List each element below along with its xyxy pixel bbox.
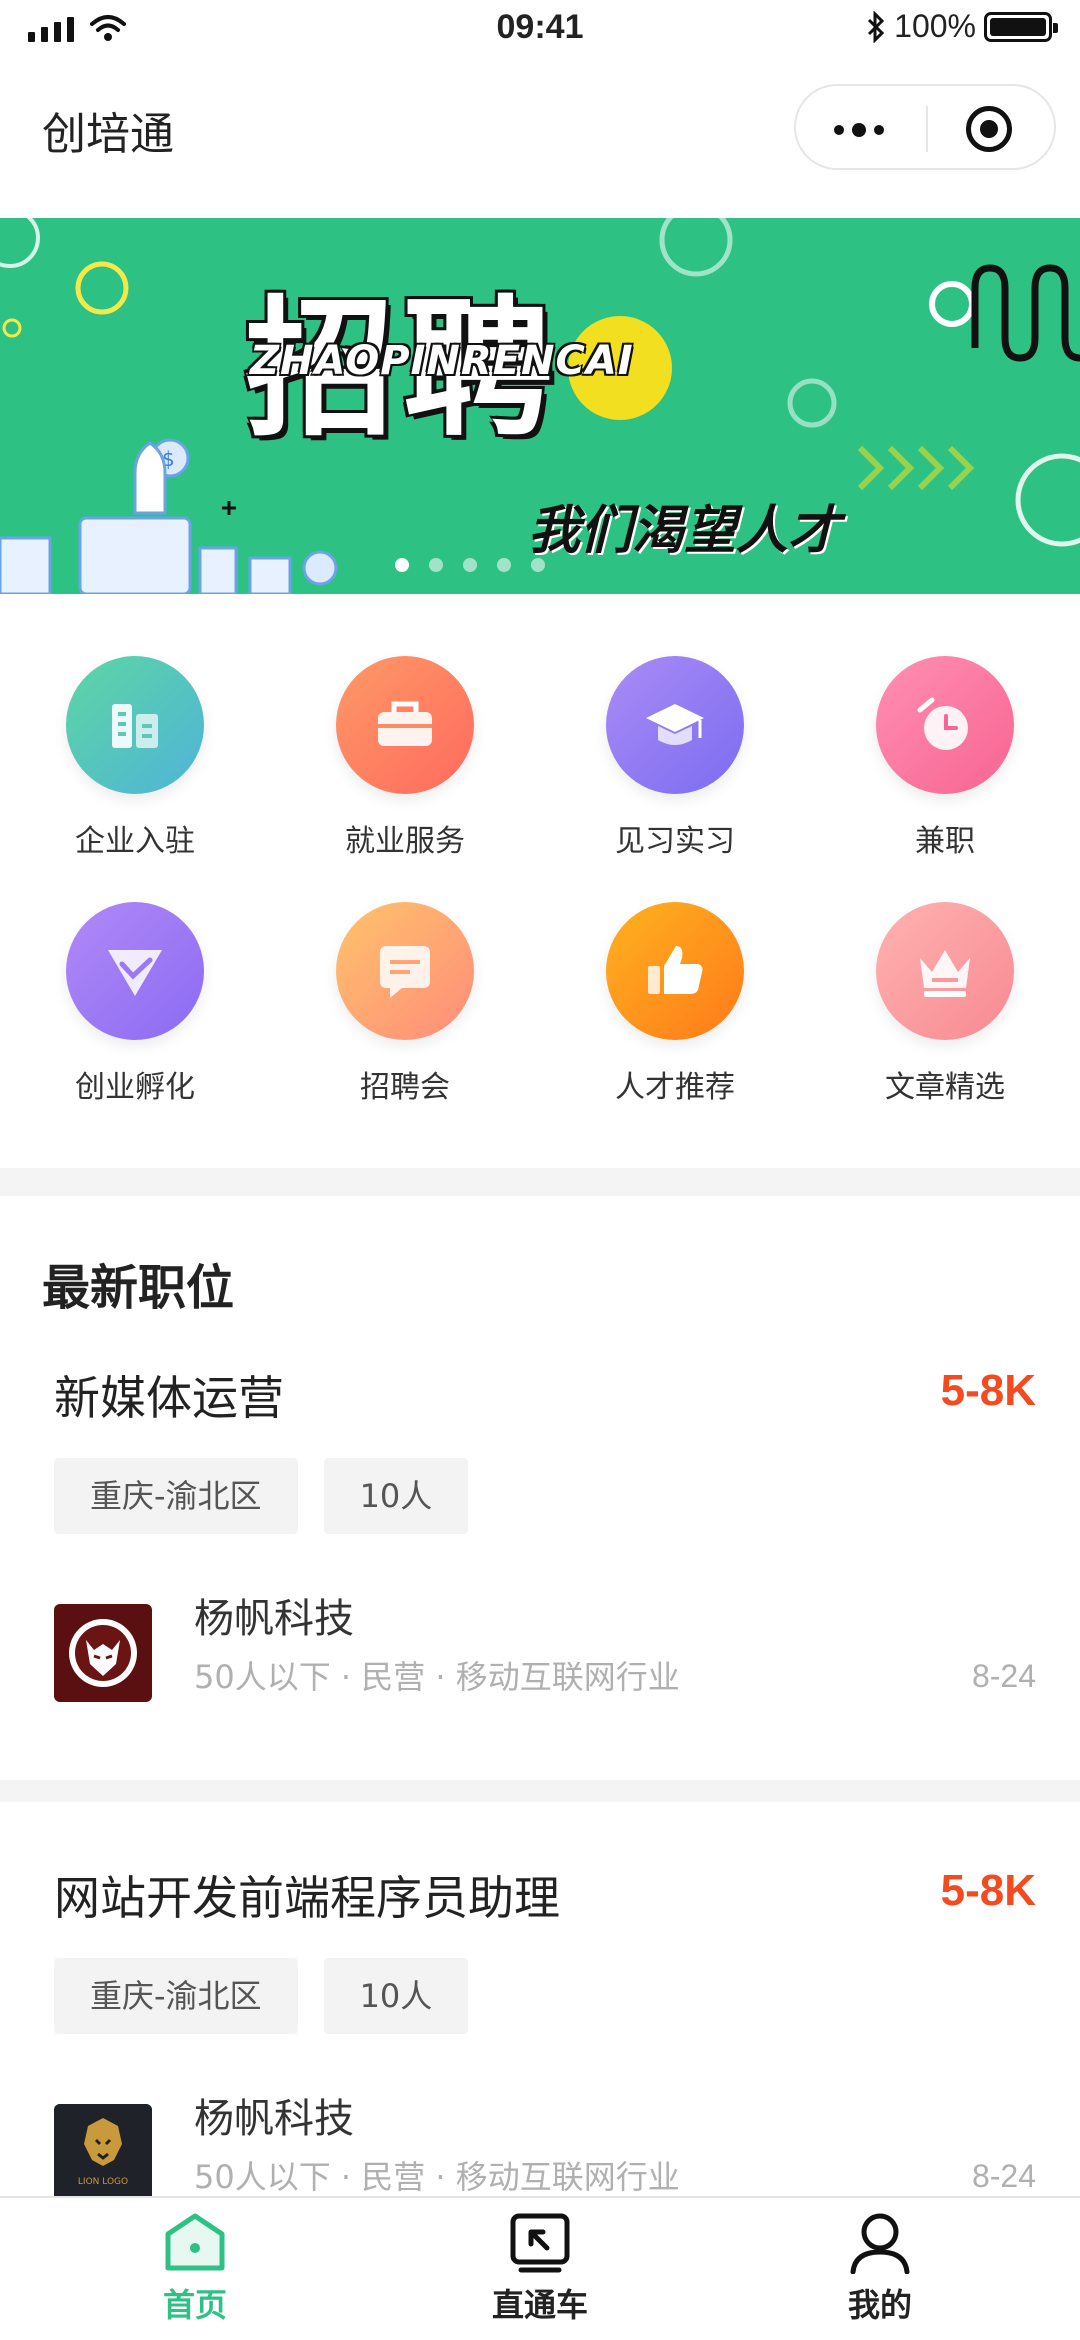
tab-home[interactable]: 首页 (15, 2198, 375, 2340)
carousel-dots (0, 558, 1010, 572)
banner-pinyin: ZHAOPINRENCAI (250, 338, 634, 384)
company-logo: LION LOGO (54, 2104, 152, 2196)
company-name: 杨帆科技 (194, 1596, 354, 1642)
job-tags: 重庆-渝北区 10人 (54, 1458, 469, 1534)
section-title: 最新职位 (42, 1260, 235, 1316)
svg-text:LION LOGO: LION LOGO (78, 2177, 128, 2187)
category-item[interactable]: 文章精选 (810, 896, 1080, 1116)
tab-label: 首页 (162, 2286, 227, 2324)
category-grid: 企业入驻 就业服务 见习实习 兼职创业孵化 招聘会 人才推荐 文章精选 (0, 650, 1080, 1140)
category-item[interactable]: 招聘会 (270, 896, 540, 1116)
category-label: 企业入驻 (75, 824, 195, 859)
job-date: 8-24 (971, 2158, 1036, 2194)
category-item[interactable]: 人才推荐 (540, 896, 810, 1116)
clock-icon (876, 656, 1014, 794)
job-card[interactable]: 网站开发前端程序员助理 5-8K 重庆-渝北区 10人 LION LOGO 杨帆… (0, 1862, 1080, 2196)
category-label: 兼职 (915, 824, 975, 859)
express-icon (510, 2213, 570, 2273)
job-date: 8-24 (971, 1658, 1036, 1694)
carousel-dot[interactable] (429, 558, 443, 572)
company-logo (54, 1604, 152, 1702)
tab-label: 我的 (847, 2286, 912, 2324)
category-item[interactable]: 就业服务 (270, 650, 540, 870)
tab-express[interactable]: 直通车 (360, 2198, 720, 2340)
company-meta: 50人以下 · 民营 · 移动互联网行业 (194, 1658, 680, 1696)
category-item[interactable]: 见习实习 (540, 650, 810, 870)
battery-percent: 100% (894, 8, 976, 44)
job-title: 新媒体运营 (54, 1371, 284, 1425)
headcount-tag: 10人 (323, 1458, 469, 1534)
company-meta: 50人以下 · 民营 · 移动互联网行业 (194, 2158, 680, 2196)
category-label: 人才推荐 (615, 1070, 735, 1105)
app-title: 创培通 (42, 109, 174, 160)
nav-bar: 创培通 (0, 58, 1080, 218)
check-triangle-icon (66, 902, 204, 1040)
headcount-tag: 10人 (323, 1958, 469, 2034)
category-label: 文章精选 (885, 1070, 1005, 1105)
bluetooth-icon (868, 10, 885, 43)
job-salary: 5-8K (940, 1866, 1036, 1915)
message-icon (336, 902, 474, 1040)
category-item[interactable]: 企业入驻 (0, 650, 270, 870)
location-tag: 重庆-渝北区 (54, 1458, 298, 1534)
graduation-cap-icon (606, 656, 744, 794)
job-tags: 重庆-渝北区 10人 (54, 1958, 469, 2034)
job-salary: 5-8K (940, 1366, 1036, 1415)
briefcase-icon (336, 656, 474, 794)
banner-slogan: 我们渴望人才 (528, 501, 841, 561)
category-label: 就业服务 (345, 824, 465, 859)
tab-bar: 首页 直通车 我的 (0, 2196, 1080, 2340)
carousel-dot[interactable] (531, 558, 545, 572)
section-divider (0, 1780, 1080, 1802)
carousel-dot[interactable] (463, 558, 477, 572)
category-label: 见习实习 (615, 824, 735, 859)
carousel-dot[interactable] (497, 558, 511, 572)
mini-program-capsule (794, 84, 1056, 170)
thumbs-up-icon (606, 902, 744, 1040)
user-icon (850, 2213, 910, 2275)
battery-icon (984, 11, 1058, 42)
tab-mine[interactable]: 我的 (700, 2198, 1060, 2340)
category-item[interactable]: 兼职 (810, 650, 1080, 870)
carousel-dot[interactable] (395, 558, 409, 572)
category-label: 招聘会 (360, 1070, 450, 1105)
status-right: 100% (866, 8, 1058, 45)
tab-label: 直通车 (491, 2286, 588, 2324)
close-mini-program-icon[interactable] (966, 106, 1012, 152)
company-name: 杨帆科技 (194, 2096, 354, 2142)
category-item[interactable]: 创业孵化 (0, 896, 270, 1116)
building-icon (66, 656, 204, 794)
job-title: 网站开发前端程序员助理 (54, 1871, 560, 1925)
banner-carousel[interactable]: $ 招聘 ZHAOPINRENCAI 我们渴望人才 (0, 218, 1080, 594)
section-divider (0, 1168, 1080, 1196)
more-icon[interactable] (834, 108, 888, 150)
home-icon (165, 2213, 225, 2271)
crown-icon (876, 902, 1014, 1040)
job-card[interactable]: 新媒体运营 5-8K 重庆-渝北区 10人 杨帆科技 50人以下 · 民营 · … (0, 1362, 1080, 1762)
location-tag: 重庆-渝北区 (54, 1958, 298, 2034)
status-bar: 09:41 100% (0, 0, 1080, 58)
category-label: 创业孵化 (75, 1070, 195, 1105)
